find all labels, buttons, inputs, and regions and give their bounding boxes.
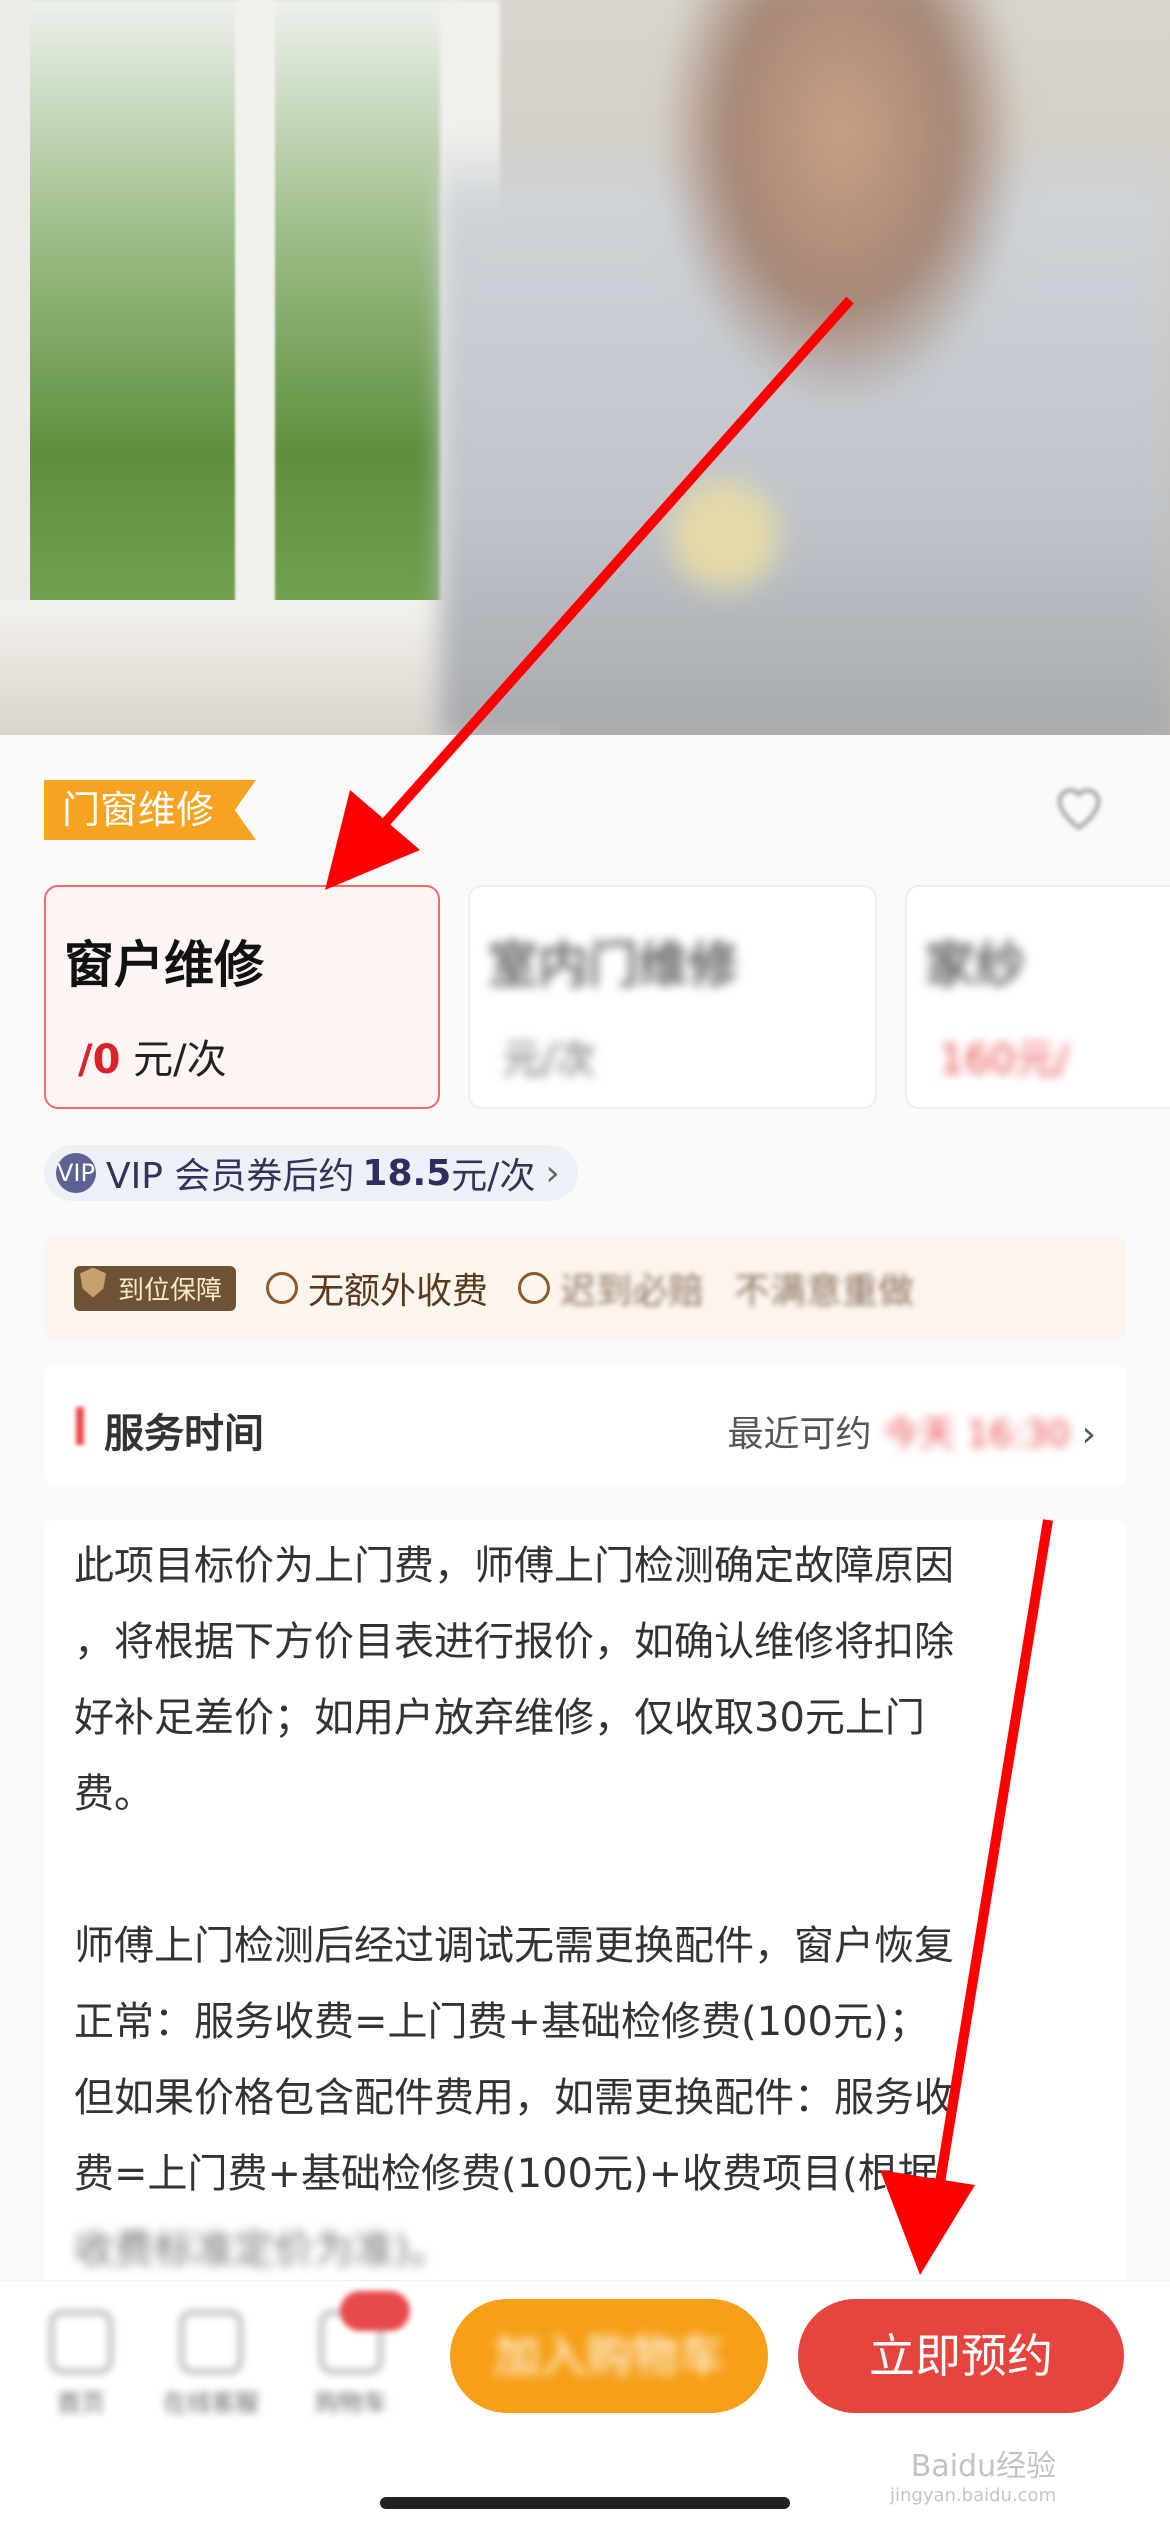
- price-value: 160: [939, 1037, 1016, 1083]
- service-icon: [180, 2311, 242, 2373]
- service-price: /0 元/次: [78, 1027, 227, 1085]
- late-label: 迟到必赔: [560, 1271, 705, 1312]
- desc-line: ，将根据下方价目表进行报价，如确认维修将扣除: [74, 1619, 954, 1665]
- chevron-right-icon: ›: [545, 1152, 560, 1194]
- vip-price: 18.5: [362, 1152, 452, 1194]
- desc-line: 但如果价格包含配件费用，如需更换配件：服务收: [74, 2075, 954, 2121]
- hero-frame: [0, 0, 30, 660]
- crown-icon: VIP: [56, 1153, 96, 1193]
- favorite-icon[interactable]: [1050, 777, 1108, 835]
- late-compensation-item: 迟到必赔: [518, 1262, 704, 1314]
- nav-service-label: 在线客服: [163, 2389, 259, 2417]
- hero-image: [0, 0, 1170, 735]
- price-unit: 元/: [1015, 1037, 1069, 1083]
- vip-unit: 元/次: [451, 1156, 536, 1197]
- earliest-time-prefix: 最近可约: [727, 1414, 872, 1455]
- price-unit: 元/次: [502, 1037, 596, 1083]
- service-name: 窗户维修: [64, 936, 264, 994]
- desc-line: 正常：服务收费=上门费+基础检修费(100元)；: [74, 1999, 929, 2045]
- service-time-label: 服务时间: [104, 1411, 264, 1457]
- vip-label: VIP 会员券后约: [106, 1156, 355, 1197]
- redo-label: 不满意重做: [734, 1271, 915, 1312]
- nav-home-label: 首页: [57, 2389, 105, 2417]
- service-price: 160元/: [939, 1027, 1069, 1085]
- service-description: 此项目标价为上门费，师傅上门检测确定故障原因 ，将根据下方价目表进行报价，如确认…: [44, 1520, 1126, 2320]
- nav-cart-label: 购物车: [315, 2389, 387, 2417]
- desc-line: 费。: [74, 1771, 154, 1817]
- guarantee-badge: 到位保障: [74, 1265, 237, 1311]
- service-card-screen[interactable]: 家纱 160元/: [905, 885, 1170, 1109]
- nav-home[interactable]: 首页: [16, 2311, 146, 2418]
- service-price: 元/次: [502, 1027, 595, 1085]
- service-name: 家纱: [925, 936, 1025, 994]
- home-icon: [50, 2311, 112, 2373]
- earliest-time-value: 今天 16:30: [882, 1414, 1071, 1455]
- redo-item: 不满意重做: [734, 1262, 914, 1314]
- desc-line: 收费标准定价为准)。: [74, 2227, 450, 2273]
- desc-line: 此项目标价为上门费，师傅上门检测确定故障原因: [74, 1543, 954, 1589]
- watermark-sub: jingyan.baidu.com: [890, 2485, 1057, 2506]
- no-extra-fee-label: 无额外收费: [308, 1271, 489, 1312]
- guarantee-bar[interactable]: 到位保障 无额外收费 迟到必赔 不满意重做: [44, 1235, 1126, 1341]
- vip-coupon-banner[interactable]: VIP VIP 会员券后约 18.5 元/次 ›: [44, 1145, 578, 1201]
- service-name: 室内门维修: [488, 936, 738, 994]
- check-circle-icon: [266, 1272, 299, 1304]
- service-card-window[interactable]: 窗户维修 /0 元/次: [44, 885, 440, 1109]
- watermark: Baidu经验 jingyan.baidu.com: [890, 2441, 1056, 2506]
- bottom-action-bar: 首页 在线客服 购物车 加入购物车 立即预约 Baidu经验 jingyan.ba…: [0, 2280, 1170, 2533]
- nav-customer-service[interactable]: 在线客服: [146, 2311, 276, 2418]
- book-now-button[interactable]: 立即预约: [798, 2299, 1124, 2413]
- hero-person: [440, 0, 1170, 735]
- cart-count-badge: [340, 2291, 410, 2331]
- home-indicator: [380, 2497, 790, 2509]
- desc-line: 好补足差价；如用户放弃维修，仅收取30元上门: [74, 1695, 925, 1741]
- service-sheet: 门窗维修 窗户维修 /0 元/次 室内门维修 元/次 家纱 160元/ VIP …: [0, 735, 1170, 2533]
- service-card-door[interactable]: 室内门维修 元/次: [468, 885, 877, 1109]
- hero-frame: [235, 0, 275, 620]
- add-to-cart-label: 加入购物车: [494, 2329, 724, 2383]
- category-tag: 门窗维修: [44, 780, 257, 840]
- price-unit: 元/次: [133, 1037, 227, 1083]
- add-to-cart-button[interactable]: 加入购物车: [450, 2299, 768, 2413]
- yuan-shield-icon: [518, 1272, 551, 1304]
- desc-line: 费=上门费+基础检修费(100元)+收费项目(根据: [74, 2151, 938, 2197]
- section-accent: [76, 1407, 84, 1445]
- service-time-row[interactable]: 服务时间 最近可约 今天 16:30 ›: [44, 1365, 1126, 1485]
- desc-line: 师傅上门检测后经过调试无需更换配件，窗户恢复: [74, 1923, 954, 1969]
- no-extra-fee-item: 无额外收费: [266, 1262, 488, 1314]
- hero-tool: [670, 480, 780, 590]
- earliest-time: 最近可约 今天 16:30 ›: [727, 1405, 1096, 1457]
- chevron-right-icon: ›: [1081, 1414, 1096, 1455]
- watermark-text: Baidu经验: [910, 2449, 1057, 2484]
- price-value: /0: [78, 1037, 121, 1083]
